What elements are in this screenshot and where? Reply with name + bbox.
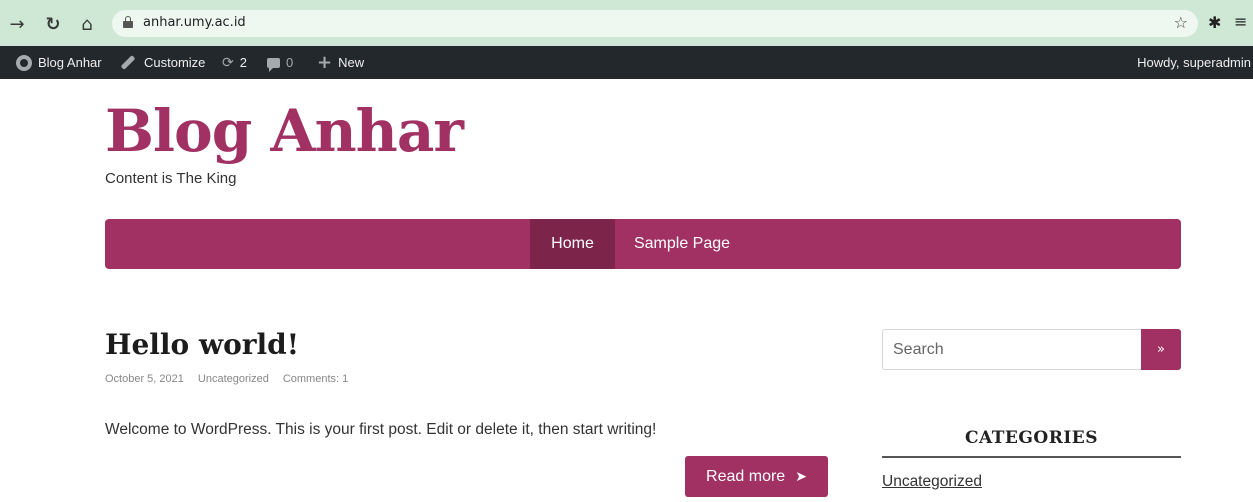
admin-bar-site[interactable]: Blog Anhar — [16, 46, 102, 79]
lock-icon[interactable] — [123, 16, 133, 28]
comments-count: 0 — [286, 55, 294, 70]
categories-widget-title: CATEGORIES — [882, 428, 1181, 458]
primary-navigation: Home Sample Page — [105, 219, 1181, 269]
search-button[interactable]: » — [1141, 329, 1181, 370]
post-excerpt: Welcome to WordPress. This is your first… — [105, 421, 657, 438]
dashboard-icon — [16, 54, 32, 71]
post-title[interactable]: Hello world! — [105, 328, 299, 361]
admin-bar-customize[interactable]: Customize — [120, 46, 205, 79]
menu-icon[interactable]: ≡ — [1234, 12, 1253, 32]
url-text[interactable]: anhar.umy.ac.id — [143, 15, 246, 30]
post-category[interactable]: Uncategorized — [198, 373, 269, 385]
search-input[interactable] — [882, 329, 1141, 370]
site-tagline: Content is The King — [105, 170, 237, 187]
admin-bar-site-name: Blog Anhar — [38, 55, 102, 70]
updates-icon: ⟳ — [222, 54, 234, 71]
admin-bar-new-label: New — [338, 55, 365, 70]
wp-admin-bar: Blog Anhar Customize ⟳ 2 0 + New Howdy, … — [0, 46, 1253, 79]
category-link[interactable]: Uncategorized — [882, 473, 982, 491]
admin-bar-account[interactable]: Howdy, superadmin — [1137, 46, 1251, 79]
star-icon[interactable]: ☆ — [1174, 13, 1188, 32]
post-comments[interactable]: Comments: 1 — [283, 373, 348, 385]
admin-bar-customize-label: Customize — [144, 55, 206, 70]
post-date[interactable]: October 5, 2021 — [105, 373, 184, 385]
howdy-text: Howdy, superadmin — [1137, 55, 1251, 70]
home-icon[interactable]: ⌂ — [76, 13, 98, 35]
admin-bar-comments[interactable]: 0 — [267, 46, 293, 79]
back-arrow-icon[interactable]: → — [6, 13, 28, 35]
site-title[interactable]: Blog Anhar — [105, 102, 464, 160]
nav-item-sample-page[interactable]: Sample Page — [627, 219, 737, 269]
admin-bar-new[interactable]: + New — [317, 46, 364, 79]
browser-toolbar: → ↻ ⌂ anhar.umy.ac.id ☆ ✱ ≡ — [0, 0, 1253, 46]
search-form: » — [882, 329, 1181, 370]
read-more-button[interactable]: Read more ➤ — [685, 456, 828, 497]
reload-icon[interactable]: ↻ — [42, 13, 64, 35]
plus-icon: + — [317, 52, 333, 73]
comment-icon — [267, 57, 280, 72]
arrow-right-icon: ➤ — [795, 468, 807, 485]
post-meta: October 5, 2021 Uncategorized Comments: … — [105, 373, 348, 385]
nav-item-home[interactable]: Home — [530, 219, 615, 269]
admin-bar-updates[interactable]: ⟳ 2 — [222, 46, 247, 79]
updates-count: 2 — [239, 55, 247, 70]
extensions-icon[interactable]: ✱ — [1208, 13, 1228, 33]
read-more-label: Read more — [706, 467, 786, 485]
address-bar[interactable]: anhar.umy.ac.id ☆ — [112, 10, 1198, 37]
brush-icon — [120, 55, 136, 70]
